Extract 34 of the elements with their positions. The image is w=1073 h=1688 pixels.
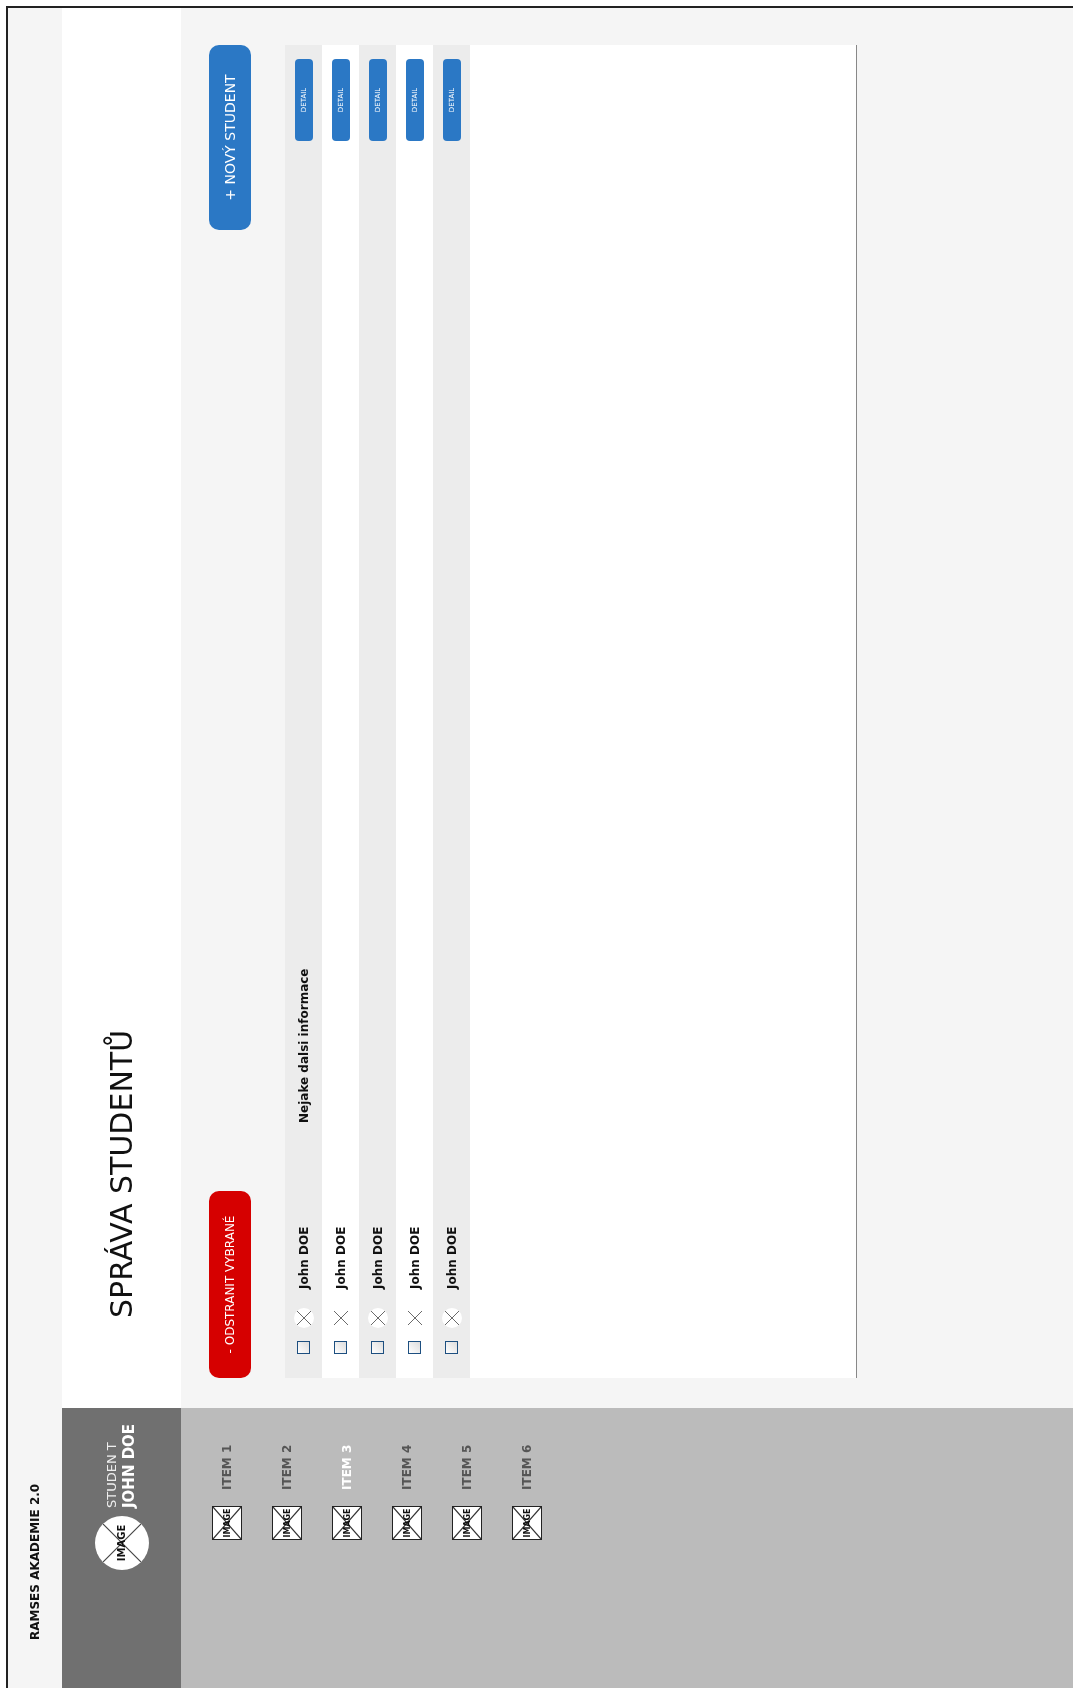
sidebar-item[interactable]: IMAGE ITEM 5 [437, 1408, 497, 1688]
row-checkbox[interactable] [297, 1341, 310, 1354]
image-placeholder-icon: IMAGE [452, 1506, 482, 1540]
sidebar-item[interactable]: IMAGE ITEM 4 [377, 1408, 437, 1688]
user-role: STUDEN T [104, 1441, 119, 1508]
cross-icon [102, 1524, 141, 1562]
image-placeholder-icon: IMAGE [272, 1506, 302, 1540]
student-name: John DOE [407, 1225, 422, 1289]
student-name: John DOE [370, 1225, 385, 1289]
image-placeholder-icon: IMAGE [212, 1506, 242, 1540]
row-checkbox[interactable] [408, 1341, 421, 1354]
student-name: John DOE [444, 1225, 459, 1289]
row-checkbox[interactable] [334, 1341, 347, 1354]
student-name: John DOE [333, 1225, 348, 1289]
sidebar-item[interactable]: IMAGE ITEM 1 [197, 1408, 257, 1688]
image-placeholder-icon: IMAGE [512, 1506, 542, 1540]
user-name: JOHN DOE [118, 1423, 139, 1508]
app-title: RAMSES AKADEMIE 2.0 [28, 1483, 42, 1640]
student-name: John DOE [296, 1225, 311, 1289]
avatar-icon [367, 1308, 388, 1328]
avatar-label: IMAGE [116, 1524, 127, 1562]
avatar-icon [293, 1308, 314, 1328]
new-student-button[interactable]: + NOVÝ STUDENT [209, 45, 251, 230]
sidebar-item[interactable]: IMAGE ITEM 2 [257, 1408, 317, 1688]
remove-selected-button[interactable]: - ODSTRANIT VYBRANÉ [209, 1191, 251, 1378]
image-placeholder-icon: IMAGE [392, 1506, 422, 1540]
image-placeholder-icon: IMAGE [332, 1506, 362, 1540]
student-info: Nejake dalsi informace [296, 968, 311, 1123]
avatar-icon [441, 1308, 462, 1328]
sidebar-item[interactable]: IMAGE ITEM 3 [317, 1408, 377, 1688]
sidebar-item[interactable]: IMAGE ITEM 6 [497, 1408, 557, 1688]
page-title: SPRÁVA STUDENTŮ [104, 1029, 139, 1318]
row-checkbox[interactable] [445, 1341, 458, 1354]
row-checkbox[interactable] [371, 1341, 384, 1354]
